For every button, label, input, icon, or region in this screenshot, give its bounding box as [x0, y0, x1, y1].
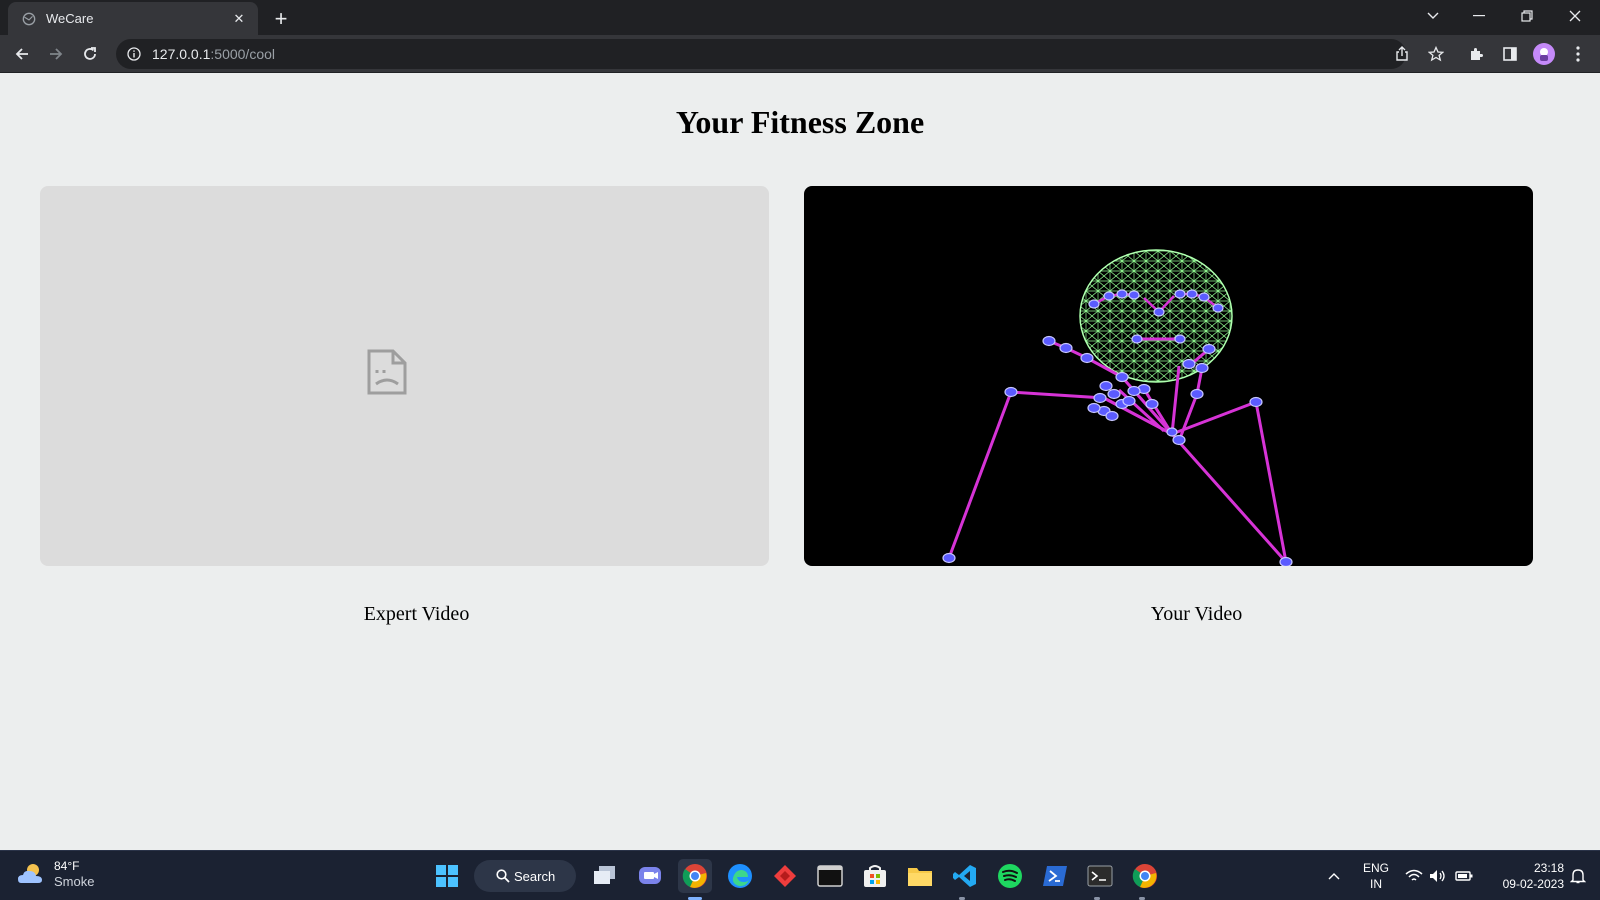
terminal-window-icon[interactable]	[813, 859, 847, 893]
profile-avatar[interactable]	[1530, 40, 1558, 68]
chrome-profile-taskbar-icon[interactable]	[1128, 859, 1162, 893]
browser-tab-strip: WeCare ✕ +	[0, 0, 1600, 35]
powershell-icon[interactable]	[1038, 859, 1072, 893]
taskbar-search-button[interactable]: Search	[474, 860, 576, 892]
language-code: ENG	[1362, 861, 1389, 875]
terminal-icon[interactable]	[1083, 859, 1117, 893]
expert-video-caption: Expert Video	[363, 603, 470, 625]
user-video-panel	[804, 186, 1533, 566]
anydesk-icon[interactable]	[768, 859, 802, 893]
minimize-icon[interactable]	[1456, 0, 1502, 32]
task-view-icon[interactable]	[588, 859, 622, 893]
chrome-taskbar-icon[interactable]	[678, 859, 712, 893]
volume-icon[interactable]	[1426, 859, 1450, 893]
clock-date: 09-02-2023	[1502, 877, 1564, 891]
forward-arrow-icon[interactable]	[42, 40, 70, 68]
weather-widget[interactable]: 84°F Smoke	[16, 858, 94, 890]
file-explorer-icon[interactable]	[903, 859, 937, 893]
restore-icon[interactable]	[1504, 0, 1550, 32]
input-language-indicator[interactable]: ENG IN	[1356, 860, 1396, 892]
tab-close-icon[interactable]: ✕	[230, 10, 248, 28]
page-content: Your Fitness Zone Expert Video Your Vide…	[0, 74, 1600, 850]
user-video-caption: Your Video	[1150, 603, 1243, 625]
search-label: Search	[514, 868, 556, 884]
browser-toolbar: 127.0.0.1:5000/cool	[0, 35, 1600, 73]
tab-title: WeCare	[46, 11, 94, 26]
share-icon[interactable]	[1388, 40, 1416, 68]
globe-icon	[22, 12, 36, 25]
back-arrow-icon[interactable]	[8, 40, 36, 68]
cloudy-weather-icon	[18, 864, 42, 883]
weather-condition: Smoke	[54, 874, 95, 889]
face-mesh	[1079, 249, 1233, 383]
pose-skeleton-overlay	[942, 249, 1293, 566]
clock[interactable]: 23:18 09-02-2023	[1484, 860, 1564, 892]
clock-time: 23:18	[1533, 861, 1564, 875]
tab-search-chevron-icon[interactable]	[1410, 0, 1456, 32]
edge-icon[interactable]	[723, 859, 757, 893]
windows-taskbar: 84°F Smoke Search ENG IN 23:18 09-02-202…	[0, 850, 1600, 900]
spotify-icon[interactable]	[993, 859, 1027, 893]
weather-temperature: 84°F	[54, 859, 80, 873]
expert-video-panel	[40, 186, 769, 566]
wifi-icon[interactable]	[1402, 859, 1426, 893]
battery-icon[interactable]	[1452, 859, 1476, 893]
kebab-menu-icon[interactable]	[1564, 40, 1592, 68]
new-tab-button[interactable]: +	[268, 6, 294, 32]
url-path: :5000/cool	[210, 46, 275, 62]
broken-image-icon	[367, 349, 407, 395]
show-hidden-icons-chevron-icon[interactable]	[1322, 859, 1346, 893]
site-info-icon[interactable]	[124, 44, 144, 64]
vscode-icon[interactable]	[948, 859, 982, 893]
teams-chat-icon[interactable]	[633, 859, 667, 893]
language-region: IN	[1370, 877, 1382, 891]
page-title: Your Fitness Zone	[675, 104, 925, 140]
microsoft-store-icon[interactable]	[858, 859, 892, 893]
reload-icon[interactable]	[76, 40, 104, 68]
bookmark-star-icon[interactable]	[1422, 40, 1450, 68]
extensions-puzzle-icon[interactable]	[1462, 40, 1490, 68]
address-bar[interactable]: 127.0.0.1:5000/cool	[116, 39, 1406, 69]
side-panel-icon[interactable]	[1496, 40, 1524, 68]
close-window-icon[interactable]	[1552, 0, 1598, 32]
url-host: 127.0.0.1	[152, 46, 211, 62]
browser-tab-active[interactable]: WeCare ✕	[8, 2, 258, 35]
windows-start-icon[interactable]	[430, 859, 464, 893]
search-icon	[496, 869, 510, 883]
notification-bell-icon[interactable]	[1566, 859, 1590, 893]
